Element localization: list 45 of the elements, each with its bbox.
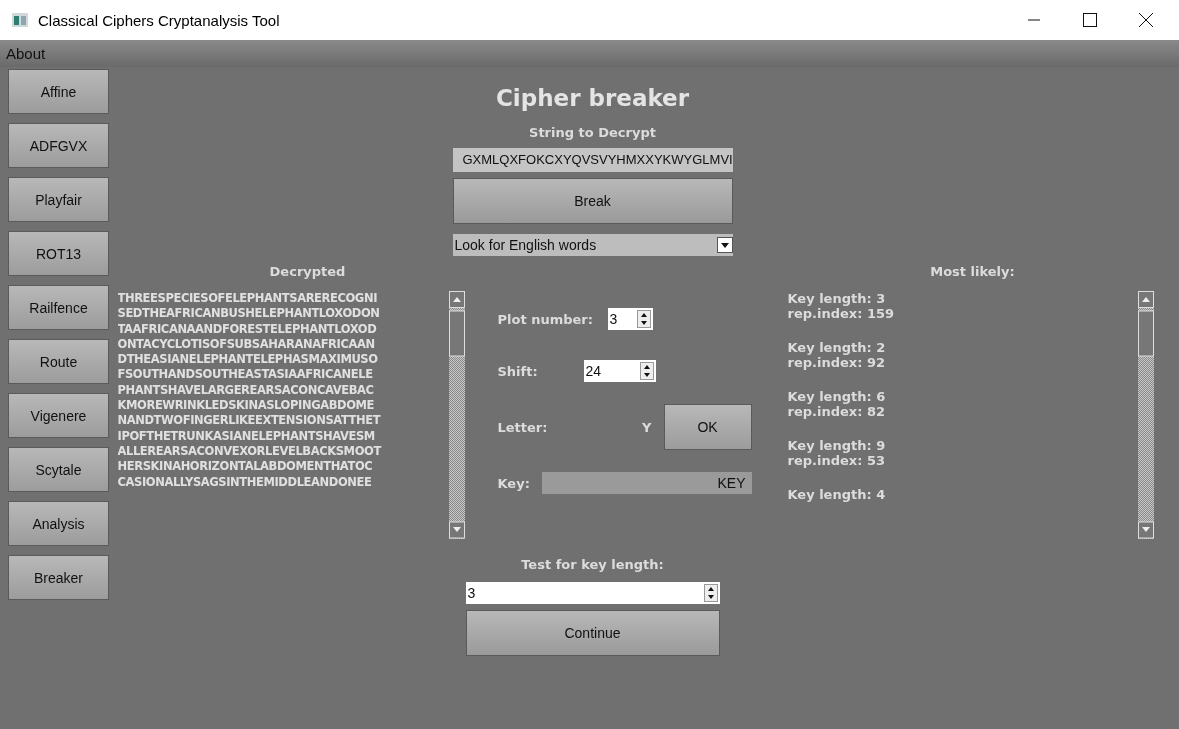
letter-value: Y [641,419,652,435]
sidebar-button[interactable]: Route [8,339,109,384]
sidebar-button[interactable]: Analysis [8,501,109,546]
sidebar-button[interactable]: Playfair [8,177,109,222]
spin-field[interactable]: 3 [607,308,653,330]
sidebar-button[interactable]: Scytale [8,447,109,492]
sidebar-button[interactable]: Affine [8,69,109,114]
ok-button[interactable]: OK [663,404,752,450]
scrollbar[interactable] [448,291,465,539]
scrollbar[interactable] [1137,291,1154,539]
input-field[interactable]: GXMLQXFOKCXYQVSVYHMXXYKWYGLMVI [452,148,733,172]
spin-arrows-icon[interactable] [703,584,718,602]
key-field[interactable]: KEY [541,472,752,494]
decrypted-text: THREESPECIESOFELEPHANTSARERECOGNI SEDTHEAFRICANBUSHELEPHANTLOXODON TAAFRICANAANDFORESTELEPHANTLOXOD ONTACYCLOTISOFSUBSAHARANAFRICAAN DTHEASIANELEPHANTELEPHASMAXIMUSO FSOUTHANDSOUTHEASTASIAAFRICANELE PHANTSHAVELARGEREARSACONCAVEBAC KMOREWRINKLEDSKINASLOPINGABDOME NANDTWOFINGERLIKEEXTENSIONSATTHET IPOFTHETRUNKASIANELEPHANTSHAVESM ALLEREARSACONVEXORLEVELBACKSMOOT HERSKINAHORIZONTALABDOMENTHATOC CASIONALLYSAGSINTHEMIDDLEANDONEE [117,291,383,491]
sidebar-button[interactable]: Breaker [8,555,109,600]
result-entry: Key length: 6 rep.index: 82 [787,389,887,419]
result-entry: Key length: 4 [787,487,887,502]
sidebar-button[interactable]: Railfence [8,285,109,330]
window-title: Classical Ciphers Cryptanalysis Tool [38,11,281,29]
close-icon[interactable] [1139,13,1153,27]
sidebar-button[interactable]: Vigenere [8,393,109,438]
spin-arrows-icon[interactable] [636,310,651,328]
menu-item[interactable]: About [0,45,52,62]
page-heading: Cipher breaker [495,85,690,111]
field-label: String to Decrypt [529,125,656,140]
sidebar-button[interactable]: ROT13 [8,231,109,276]
spin-field[interactable]: 3 [465,582,720,604]
result-entry: Key length: 2 rep.index: 92 [787,340,887,370]
spin-field[interactable]: 24 [583,360,656,382]
section-label: Most likely: [929,264,1016,279]
break-button[interactable]: Break [452,178,733,224]
section-label: Decrypted [268,264,347,279]
field-label: Plot number: [497,311,594,327]
field-label: Shift: [497,363,539,379]
continue-button[interactable]: Continue [465,610,720,656]
field-label: Letter: [497,419,549,435]
field-label: Key: [497,475,531,491]
mode-dropdown[interactable]: Look for English words [452,234,733,256]
field-label: Test for key length: [521,557,664,572]
result-entry: Key length: 9 rep.index: 53 [787,438,887,468]
spin-arrows-icon[interactable] [639,362,654,380]
maximize-icon[interactable] [1083,13,1097,27]
app-icon [12,13,28,27]
result-entry: Key length: 3 rep.index: 159 [787,291,896,321]
sidebar-button[interactable]: ADFGVX [8,123,109,168]
